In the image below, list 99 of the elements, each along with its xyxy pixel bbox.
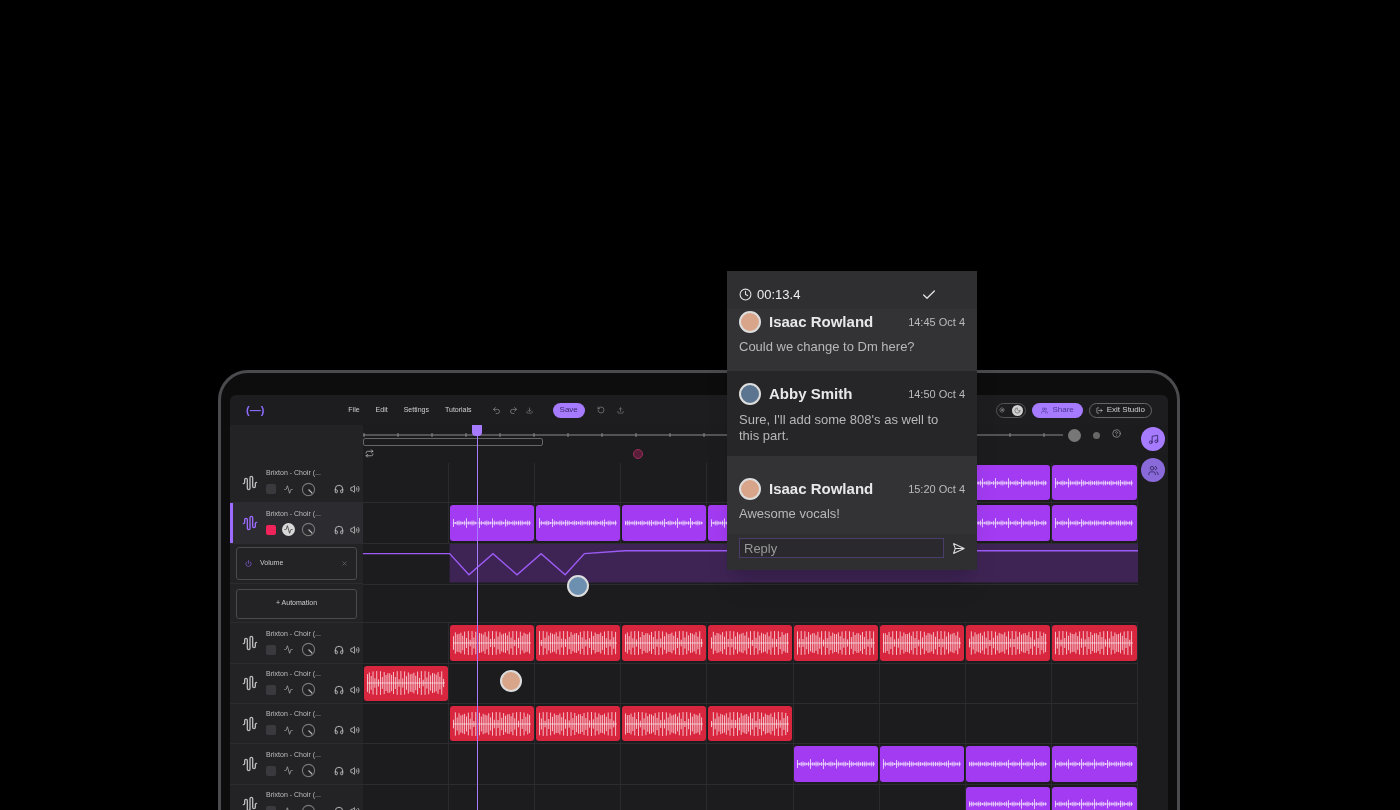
audio-clip[interactable] xyxy=(966,746,1051,782)
audio-clip[interactable] xyxy=(535,625,620,661)
pulse-icon xyxy=(284,484,293,494)
help-icon[interactable] xyxy=(1112,429,1121,438)
avatar xyxy=(739,477,761,500)
people-icon xyxy=(1147,464,1159,476)
comment-author: Abby Smith xyxy=(769,384,853,404)
audio-clip[interactable] xyxy=(363,665,448,702)
knob-icon[interactable] xyxy=(301,763,316,779)
audio-clip[interactable] xyxy=(449,706,534,742)
knob-icon[interactable] xyxy=(301,682,316,698)
instruments-button[interactable] xyxy=(1141,427,1165,451)
redo-icon[interactable] xyxy=(508,405,518,415)
loop-icon[interactable] xyxy=(365,449,374,458)
clock-icon xyxy=(739,288,752,302)
audio-clip[interactable] xyxy=(621,706,706,742)
speaker-icon[interactable] xyxy=(350,684,360,695)
audio-clip[interactable] xyxy=(1052,746,1137,782)
headphones-icon[interactable] xyxy=(334,524,344,535)
audio-clip[interactable] xyxy=(707,706,793,742)
audio-clip[interactable] xyxy=(1052,465,1137,501)
headphones-icon[interactable] xyxy=(334,484,344,495)
headphones-icon[interactable] xyxy=(334,644,344,655)
loop-region[interactable] xyxy=(363,438,543,446)
waveform-icon[interactable] xyxy=(242,474,258,491)
audio-clip[interactable] xyxy=(621,505,706,541)
effects-button[interactable] xyxy=(282,523,295,537)
record-button[interactable] xyxy=(266,524,276,535)
save-button[interactable]: Save xyxy=(552,402,585,418)
comment-timestamp: 00:13.4 xyxy=(757,286,801,304)
audio-clip[interactable] xyxy=(1052,625,1137,661)
pulse-icon xyxy=(284,685,293,695)
comment-card[interactable]: Isaac Rowland 14:45 Oct 4 Could we change to Dm here? xyxy=(727,308,977,371)
knob-icon[interactable] xyxy=(301,722,316,738)
exit-icon xyxy=(1095,406,1103,414)
power-icon[interactable] xyxy=(245,560,252,568)
waveform-icon[interactable] xyxy=(242,755,258,772)
waveform-icon[interactable] xyxy=(242,515,258,532)
pulse-icon xyxy=(284,725,293,735)
comment-time: 14:45 Oct 4 xyxy=(908,314,965,330)
effects-button[interactable] xyxy=(282,764,295,778)
selection-bar xyxy=(230,503,233,543)
waveform-icon[interactable] xyxy=(242,634,258,651)
audio-clip[interactable] xyxy=(449,625,534,661)
speaker-icon[interactable] xyxy=(350,524,360,535)
waveform-icon[interactable] xyxy=(242,715,258,732)
pulse-icon xyxy=(284,766,293,776)
logo: (—) xyxy=(246,402,265,418)
download-icon[interactable] xyxy=(525,406,533,414)
people-icon xyxy=(1041,406,1049,414)
audio-clip[interactable] xyxy=(966,625,1051,661)
knob-icon[interactable] xyxy=(301,522,316,538)
comment-text: Could we change to Dm here? xyxy=(739,339,916,355)
sun-icon xyxy=(999,407,1006,413)
effects-button[interactable] xyxy=(282,482,295,496)
comment-time: 15:20 Oct 4 xyxy=(908,481,965,497)
audio-clip[interactable] xyxy=(449,505,534,541)
avatar xyxy=(739,383,761,406)
audio-clip[interactable] xyxy=(880,625,965,661)
audio-clip[interactable] xyxy=(535,505,620,541)
reply-field[interactable]: Reply xyxy=(739,538,944,558)
effects-button[interactable] xyxy=(282,723,295,737)
audio-clip[interactable] xyxy=(535,706,620,742)
audio-clip[interactable] xyxy=(1052,505,1137,541)
undo-icon[interactable] xyxy=(491,405,501,415)
comment-text: Sure, I'll add some 808's as well to this part. xyxy=(739,411,940,444)
audio-clip[interactable] xyxy=(794,625,879,661)
comment-card[interactable]: Isaac Rowland 15:20 Oct 4 Awesome vocals! xyxy=(727,455,977,534)
comment-card[interactable]: Abby Smith 14:50 Oct 4 Sure, I'll add some 808's as well to this part. xyxy=(727,371,977,456)
audio-clip[interactable] xyxy=(621,625,706,661)
knob-icon[interactable] xyxy=(301,481,316,497)
audio-clip[interactable] xyxy=(880,746,965,782)
upload-icon[interactable] xyxy=(616,406,624,414)
pulse-icon xyxy=(284,645,293,655)
history-icon[interactable] xyxy=(596,406,605,414)
comment-author: Isaac Rowland xyxy=(769,478,874,499)
audio-clip[interactable] xyxy=(794,746,879,782)
speaker-icon[interactable] xyxy=(350,765,360,776)
playhead-handle[interactable] xyxy=(471,425,482,436)
speaker-icon[interactable] xyxy=(350,725,360,736)
speaker-icon[interactable] xyxy=(350,644,360,655)
comment-author: Isaac Rowland xyxy=(769,311,874,332)
waveform-icon[interactable] xyxy=(242,796,258,810)
waveform-icon[interactable] xyxy=(242,675,258,692)
pulse-icon xyxy=(284,525,293,535)
avatar xyxy=(739,310,761,333)
collaborators-button[interactable] xyxy=(1141,458,1165,482)
effects-button[interactable] xyxy=(282,683,295,697)
effects-button[interactable] xyxy=(282,643,295,657)
headphones-icon[interactable] xyxy=(334,765,344,776)
comment-time: 14:50 Oct 4 xyxy=(908,387,965,402)
send-icon[interactable] xyxy=(952,541,965,555)
headphones-icon[interactable] xyxy=(334,725,344,736)
speaker-icon[interactable] xyxy=(350,484,360,495)
knob-icon[interactable] xyxy=(301,642,316,658)
headphones-icon[interactable] xyxy=(334,684,344,695)
music-note-icon xyxy=(1147,433,1159,445)
audio-clip[interactable] xyxy=(707,625,793,661)
comment-text: Awesome vocals! xyxy=(739,506,841,522)
